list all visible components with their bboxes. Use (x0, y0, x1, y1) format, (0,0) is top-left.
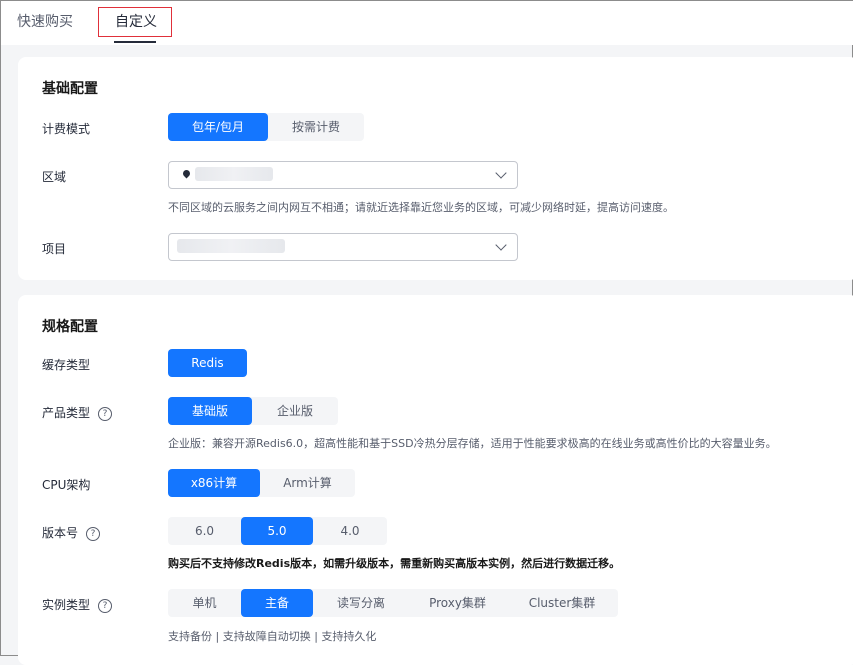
cpu-option-x86[interactable]: x86计算 (168, 469, 260, 497)
active-tab-indicator (114, 41, 156, 43)
chevron-down-icon (495, 239, 507, 251)
instance-type-label: 实例类型? (42, 596, 113, 613)
instance-option-master-standby[interactable]: 主备 (241, 589, 313, 617)
billing-mode-selector: 包年/包月 按需计费 (168, 113, 364, 141)
region-hint: 不同区域的云服务之间内网互不相通；请就近选择靠近您业务的区域，可减少网络时延，提… (168, 201, 674, 214)
cache-type-selector: Redis (168, 349, 247, 377)
question-circle-icon[interactable]: ? (98, 598, 113, 613)
version-option-6-0[interactable]: 6.0 (168, 517, 241, 545)
version-selector: 6.0 5.0 4.0 (168, 517, 387, 545)
chevron-down-icon (495, 167, 507, 179)
cpu-option-arm[interactable]: Arm计算 (260, 469, 355, 497)
version-label: 版本号? (42, 524, 101, 541)
cpu-label: CPU架构 (42, 478, 91, 492)
billing-option-yearly-monthly[interactable]: 包年/包月 (168, 113, 268, 141)
instance-type-hint: 支持备份 | 支持故障自动切换 | 支持持久化 (168, 630, 377, 643)
basic-config-title: 基础配置 (42, 81, 98, 97)
cpu-selector: x86计算 Arm计算 (168, 469, 355, 497)
project-select[interactable] (168, 233, 518, 261)
region-label: 区域 (42, 170, 67, 184)
spec-config-title: 规格配置 (42, 319, 98, 335)
top-tabs: 快速购买 自定义 (1, 1, 853, 45)
instance-option-single[interactable]: 单机 (168, 589, 241, 617)
version-option-5-0[interactable]: 5.0 (241, 517, 313, 545)
version-warning: 购买后不支持修改Redis版本，如需升级版本，需重新购买高版本实例，然后进行数据… (168, 557, 621, 570)
product-type-label-text: 产品类型 (42, 406, 91, 420)
project-label: 项目 (42, 242, 67, 256)
version-label-text: 版本号 (42, 526, 79, 540)
question-circle-icon[interactable]: ? (86, 526, 101, 541)
tab-quick-buy[interactable]: 快速购买 (17, 1, 73, 43)
basic-config-card: 基础配置 计费模式 包年/包月 按需计费 区域 不同区域的云服务之间内网互不相通… (18, 57, 853, 280)
product-option-basic[interactable]: 基础版 (168, 397, 252, 425)
version-option-4-0[interactable]: 4.0 (313, 517, 387, 545)
instance-type-label-text: 实例类型 (42, 598, 91, 612)
cache-option-redis[interactable]: Redis (168, 349, 247, 377)
product-type-selector: 基础版 企业版 (168, 397, 338, 425)
product-type-label: 产品类型? (42, 404, 113, 421)
spec-config-card: 规格配置 缓存类型 Redis 产品类型? 基础版 企业版 企业版：兼容开源Re… (18, 295, 853, 665)
billing-label: 计费模式 (42, 122, 91, 136)
region-value-redacted (195, 167, 273, 181)
instance-option-proxy-cluster[interactable]: Proxy集群 (409, 589, 506, 617)
location-pin-icon (181, 168, 192, 179)
product-option-enterprise[interactable]: 企业版 (252, 397, 338, 425)
instance-type-selector: 单机 主备 读写分离 Proxy集群 Cluster集群 (168, 589, 618, 617)
billing-option-on-demand[interactable]: 按需计费 (268, 113, 364, 141)
tab-custom[interactable]: 自定义 (115, 1, 157, 43)
product-type-hint: 企业版：兼容开源Redis6.0，超高性能和基于SSD冷热分层存储，适用于性能要… (168, 437, 777, 450)
question-circle-icon[interactable]: ? (98, 406, 113, 421)
instance-option-cluster[interactable]: Cluster集群 (506, 589, 618, 617)
region-select[interactable] (168, 161, 518, 189)
project-value-redacted (177, 239, 285, 253)
instance-option-read-write-split[interactable]: 读写分离 (313, 589, 409, 617)
cache-type-label: 缓存类型 (42, 358, 91, 372)
